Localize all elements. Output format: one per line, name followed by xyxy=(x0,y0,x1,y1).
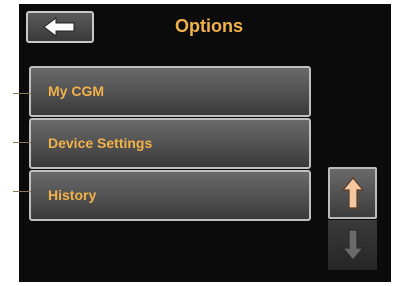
scroll-down-button[interactable] xyxy=(328,220,377,270)
scroll-up-button[interactable] xyxy=(328,167,377,219)
menu-item-history[interactable]: History xyxy=(13,170,311,221)
options-screen: Options My CGM Device Settings History xyxy=(13,4,391,282)
menu-item-label: My CGM xyxy=(48,83,104,99)
device-frame: Options My CGM Device Settings History xyxy=(3,0,393,286)
menu-item-device-settings[interactable]: Device Settings xyxy=(13,118,311,169)
page-title: Options xyxy=(175,16,243,36)
arrow-down-icon xyxy=(341,229,364,261)
arrow-left-icon xyxy=(43,17,75,37)
back-button[interactable] xyxy=(26,11,94,43)
menu-item-my-cgm[interactable]: My CGM xyxy=(13,66,311,117)
callout-line xyxy=(13,142,31,143)
arrow-up-icon xyxy=(341,177,364,209)
callout-line xyxy=(13,191,31,192)
options-menu: My CGM Device Settings History xyxy=(13,66,311,221)
menu-item-label: History xyxy=(48,187,97,203)
menu-item-label: Device Settings xyxy=(48,135,153,151)
callout-line xyxy=(13,93,31,94)
